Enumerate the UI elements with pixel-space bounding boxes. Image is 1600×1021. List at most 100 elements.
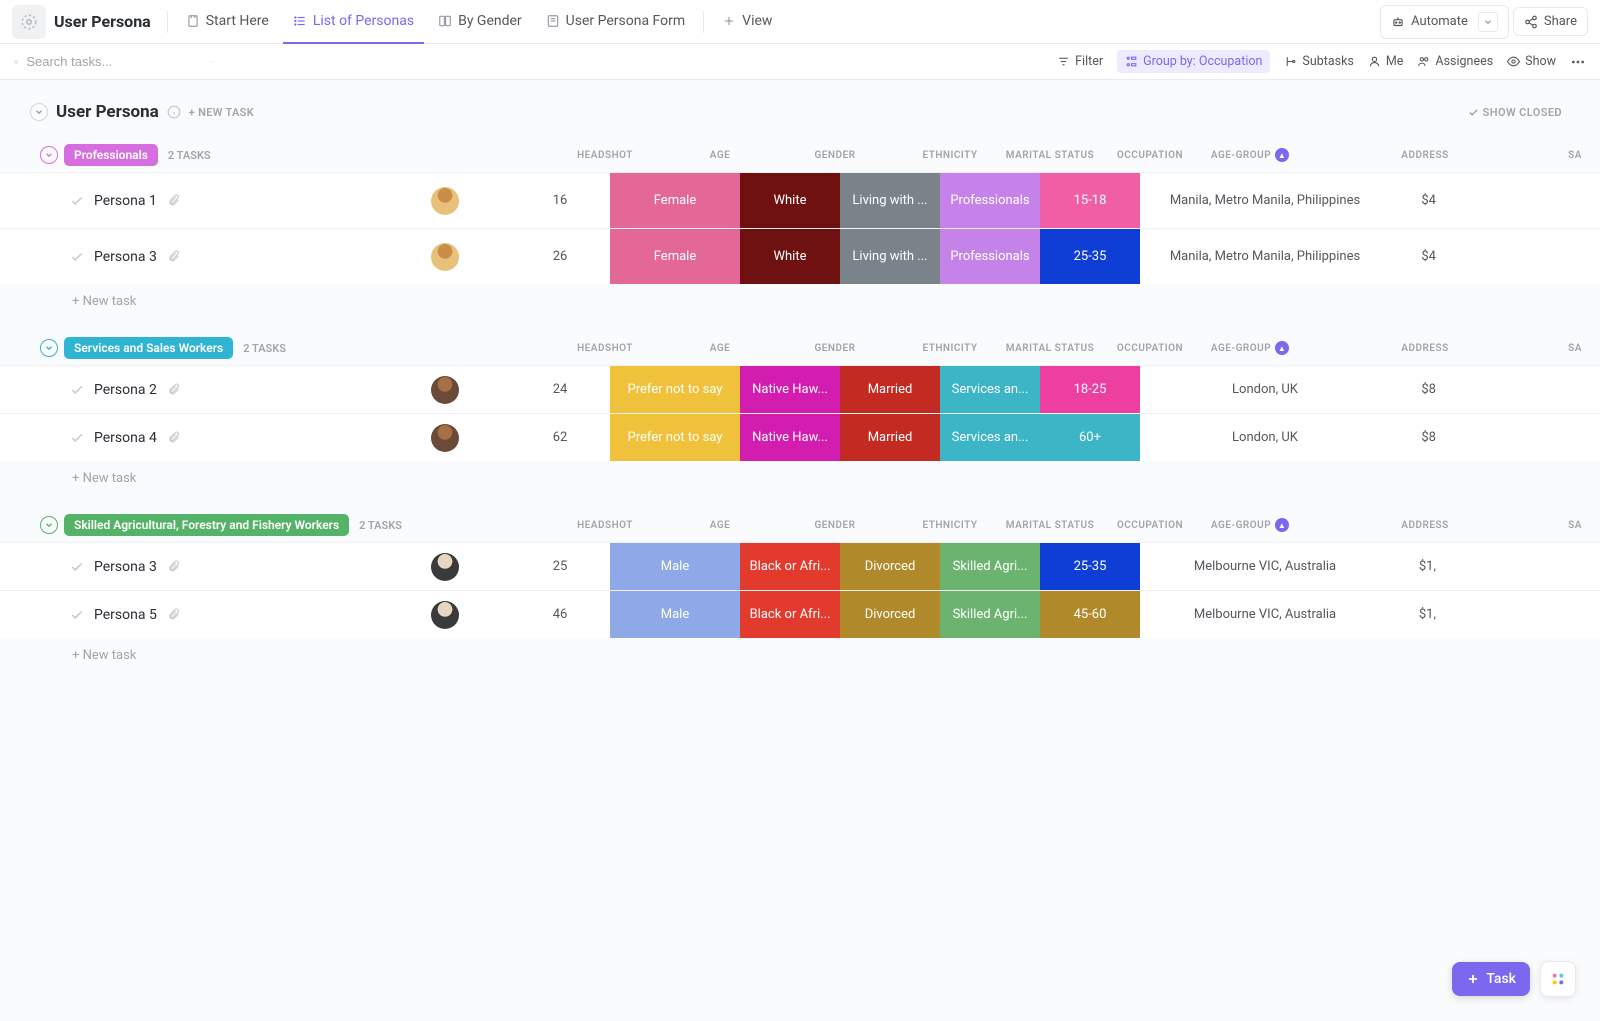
- cell-age[interactable]: 16: [510, 173, 610, 228]
- cell-gender[interactable]: Male: [610, 591, 740, 638]
- cell-agegroup[interactable]: 25-35: [1040, 543, 1140, 590]
- new-task-fab[interactable]: Task: [1452, 962, 1530, 996]
- cell-agegroup[interactable]: 25-35: [1040, 229, 1140, 284]
- apps-fab[interactable]: [1540, 961, 1576, 997]
- column-label[interactable]: AGE: [670, 150, 770, 161]
- attachment-icon[interactable]: [167, 431, 180, 444]
- group-collapse[interactable]: [40, 516, 58, 534]
- cell-headshot[interactable]: [380, 366, 510, 413]
- cell-age[interactable]: 62: [510, 414, 610, 461]
- group-collapse[interactable]: [40, 339, 58, 357]
- cell-address[interactable]: Melbourne VIC, Australia: [1140, 543, 1390, 590]
- cell-occupation[interactable]: Services an...: [940, 366, 1040, 413]
- attachment-icon[interactable]: [167, 608, 180, 621]
- cell-ethnicity[interactable]: Native Haw...: [740, 366, 840, 413]
- cell-marital[interactable]: Living with ...: [840, 173, 940, 228]
- filter-button[interactable]: Filter: [1057, 54, 1103, 69]
- column-label[interactable]: ETHNICITY: [900, 520, 1000, 531]
- cell-gender[interactable]: Female: [610, 229, 740, 284]
- share-button[interactable]: Share: [1513, 7, 1588, 36]
- task-row[interactable]: Persona 3 26 Female White Living with ..…: [0, 228, 1600, 284]
- cell-salary[interactable]: $4: [1390, 173, 1440, 228]
- cell-gender[interactable]: Female: [610, 173, 740, 228]
- add-task-button[interactable]: + New task: [0, 638, 1600, 673]
- task-row[interactable]: Persona 3 25 Male Black or Afri... Divor…: [0, 542, 1600, 590]
- column-label[interactable]: ETHNICITY: [900, 150, 1000, 161]
- cell-marital[interactable]: Living with ...: [840, 229, 940, 284]
- tab-by-gender[interactable]: By Gender: [428, 0, 532, 44]
- more-button[interactable]: [1570, 54, 1586, 70]
- cell-headshot[interactable]: [380, 414, 510, 461]
- cell-occupation[interactable]: Skilled Agri...: [940, 591, 1040, 638]
- cell-ethnicity[interactable]: White: [740, 173, 840, 228]
- column-label[interactable]: ADDRESS: [1300, 520, 1550, 531]
- column-label[interactable]: GENDER: [770, 343, 900, 354]
- show-button[interactable]: Show: [1507, 54, 1556, 69]
- cell-agegroup[interactable]: 45-60: [1040, 591, 1140, 638]
- column-label[interactable]: HEADSHOT: [540, 520, 670, 531]
- column-label[interactable]: MARITAL STATUS: [1000, 520, 1100, 531]
- show-closed-button[interactable]: SHOW CLOSED: [1468, 106, 1562, 119]
- group-by-button[interactable]: Group by: Occupation: [1117, 50, 1270, 73]
- cell-salary[interactable]: $8: [1390, 414, 1440, 461]
- assignees-button[interactable]: Assignees: [1417, 54, 1493, 69]
- cell-gender[interactable]: Prefer not to say: [610, 366, 740, 413]
- group-collapse[interactable]: [40, 146, 58, 164]
- cell-age[interactable]: 24: [510, 366, 610, 413]
- column-label[interactable]: GENDER: [770, 150, 900, 161]
- cell-headshot[interactable]: [380, 229, 510, 284]
- cell-ethnicity[interactable]: Black or Afri...: [740, 591, 840, 638]
- task-row[interactable]: Persona 1 16 Female White Living with ..…: [0, 172, 1600, 228]
- chevron-down-icon[interactable]: [210, 56, 214, 68]
- attachment-icon[interactable]: [167, 383, 180, 396]
- cell-address[interactable]: Manila, Metro Manila, Philippines: [1140, 229, 1390, 284]
- column-label[interactable]: MARITAL STATUS: [1000, 343, 1100, 354]
- automate-button[interactable]: Automate: [1380, 5, 1509, 39]
- attachment-icon[interactable]: [167, 194, 180, 207]
- cell-occupation[interactable]: Skilled Agri...: [940, 543, 1040, 590]
- column-label[interactable]: MARITAL STATUS: [1000, 150, 1100, 161]
- tab-form[interactable]: User Persona Form: [536, 0, 696, 44]
- cell-headshot[interactable]: [380, 173, 510, 228]
- cell-marital[interactable]: Married: [840, 366, 940, 413]
- task-row[interactable]: Persona 2 24 Prefer not to say Native Ha…: [0, 365, 1600, 413]
- group-pill[interactable]: Professionals: [64, 144, 158, 166]
- cell-marital[interactable]: Divorced: [840, 543, 940, 590]
- cell-headshot[interactable]: [380, 543, 510, 590]
- column-label[interactable]: SA: [1550, 520, 1600, 531]
- column-label[interactable]: AGE: [670, 520, 770, 531]
- column-label[interactable]: ADDRESS: [1300, 150, 1550, 161]
- cell-occupation[interactable]: Services an...: [940, 414, 1040, 461]
- cell-age[interactable]: 46: [510, 591, 610, 638]
- add-task-button[interactable]: + New task: [0, 284, 1600, 319]
- tab-start-here[interactable]: Start Here: [176, 0, 279, 44]
- tab-add-view[interactable]: View: [712, 0, 782, 44]
- column-label[interactable]: GENDER: [770, 520, 900, 531]
- attachment-icon[interactable]: [167, 250, 180, 263]
- chevron-down-icon[interactable]: [1478, 12, 1498, 32]
- column-label[interactable]: ADDRESS: [1300, 343, 1550, 354]
- cell-gender[interactable]: Prefer not to say: [610, 414, 740, 461]
- info-icon[interactable]: [167, 105, 181, 119]
- task-row[interactable]: Persona 5 46 Male Black or Afri... Divor…: [0, 590, 1600, 638]
- cell-occupation[interactable]: Professionals: [940, 173, 1040, 228]
- check-icon[interactable]: [70, 383, 84, 397]
- task-row[interactable]: Persona 4 62 Prefer not to say Native Ha…: [0, 413, 1600, 461]
- tab-list-personas[interactable]: List of Personas: [283, 0, 424, 44]
- search-input[interactable]: [26, 54, 202, 69]
- app-icon[interactable]: [12, 5, 46, 39]
- column-label[interactable]: OCCUPATION: [1100, 150, 1200, 161]
- cell-salary[interactable]: $1,: [1390, 591, 1440, 638]
- check-icon[interactable]: [70, 608, 84, 622]
- cell-ethnicity[interactable]: White: [740, 229, 840, 284]
- group-pill[interactable]: Skilled Agricultural, Forestry and Fishe…: [64, 514, 349, 536]
- cell-salary[interactable]: $8: [1390, 366, 1440, 413]
- group-pill[interactable]: Services and Sales Workers: [64, 337, 233, 359]
- cell-gender[interactable]: Male: [610, 543, 740, 590]
- cell-age[interactable]: 25: [510, 543, 610, 590]
- cell-marital[interactable]: Married: [840, 414, 940, 461]
- cell-salary[interactable]: $4: [1390, 229, 1440, 284]
- attachment-icon[interactable]: [167, 560, 180, 573]
- cell-salary[interactable]: $1,: [1390, 543, 1440, 590]
- column-label[interactable]: HEADSHOT: [540, 343, 670, 354]
